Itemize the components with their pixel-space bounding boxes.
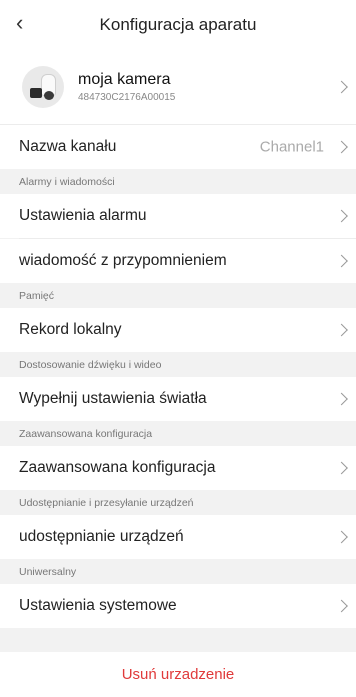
device-name: moja kamera — [78, 71, 171, 88]
light-settings-row[interactable]: Wypełnij ustawienia światła — [0, 377, 356, 421]
section-advanced: Zaawansowana konfiguracja — [0, 421, 356, 446]
channel-name-value: Channel1 — [259, 138, 324, 156]
device-info-row[interactable]: moja kamera 484730C2176A00015 — [0, 50, 356, 124]
chevron-right-icon — [335, 254, 348, 268]
advanced-config-row[interactable]: Zaawansowana konfiguracja — [0, 446, 356, 490]
chevron-right-icon — [335, 599, 348, 613]
chevron-right-icon — [335, 209, 348, 223]
chevron-right-icon — [335, 461, 348, 475]
section-audio-video: Dostosowanie dźwięku i wideo — [0, 352, 356, 377]
reminder-message-row[interactable]: wiadomość z przypomnieniem — [0, 239, 356, 283]
system-settings-label: Ustawienia systemowe — [19, 597, 177, 614]
section-sharing: Udostępnianie i przesyłanie urządzeń — [0, 490, 356, 515]
chevron-right-icon — [335, 392, 348, 406]
local-record-row[interactable]: Rekord lokalny — [0, 308, 356, 352]
system-settings-row[interactable]: Ustawienia systemowe — [0, 584, 356, 628]
reminder-message-label: wiadomość z przypomnieniem — [19, 252, 227, 269]
alarm-settings-row[interactable]: Ustawienia alarmu — [0, 194, 356, 238]
page-title: Konfiguracja aparatu — [99, 15, 257, 34]
chevron-right-icon — [335, 80, 348, 94]
chevron-right-icon — [335, 323, 348, 337]
device-sharing-row[interactable]: udostępnianie urządzeń — [0, 515, 356, 559]
section-alarms: Alarmy i wiadomości — [0, 169, 356, 194]
section-universal: Uniwersalny — [0, 559, 356, 584]
section-memory: Pamięć — [0, 283, 356, 308]
device-serial: 484730C2176A00015 — [78, 92, 176, 103]
camera-thumbnail — [22, 66, 64, 108]
channel-name-label: Nazwa kanału — [19, 138, 117, 155]
light-settings-label: Wypełnij ustawienia światła — [19, 390, 207, 407]
delete-device-button[interactable]: Usuń urzadzenie — [0, 652, 356, 697]
alarm-settings-label: Ustawienia alarmu — [19, 207, 147, 224]
device-sharing-label: udostępnianie urządzeń — [19, 528, 184, 545]
advanced-config-label: Zaawansowana konfiguracja — [19, 459, 216, 476]
top-bar: ‹ Konfiguracja aparatu — [0, 0, 356, 50]
chevron-right-icon — [335, 530, 348, 544]
chevron-right-icon — [335, 140, 348, 154]
local-record-label: Rekord lokalny — [19, 321, 122, 338]
back-arrow-icon[interactable]: ‹ — [16, 12, 23, 34]
channel-name-row[interactable]: Nazwa kanału Channel1 — [0, 125, 356, 169]
